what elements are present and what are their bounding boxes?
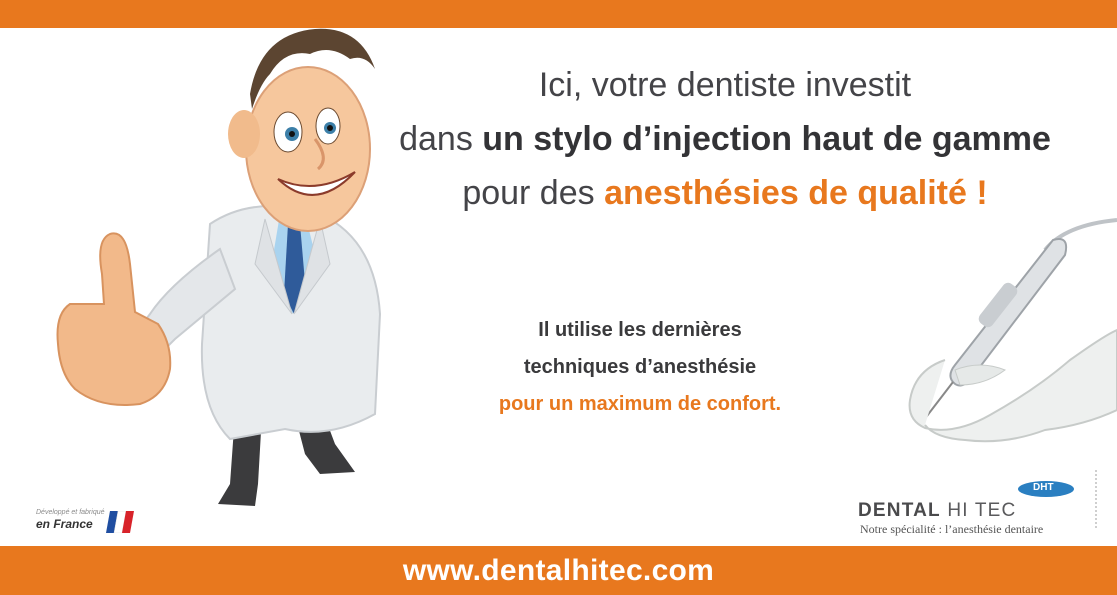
- headline-line-2-emphasis: un stylo d’injection haut de gamme: [482, 120, 1051, 158]
- headline-line-3-prefix: pour des: [462, 174, 605, 212]
- headline-line-2-prefix: dans: [399, 120, 483, 158]
- subtext-line-3: pour un maximum de confort.: [498, 393, 782, 415]
- injection-pen-in-hand-image: [908, 218, 1117, 443]
- brand-name-rest: HI TEC: [940, 500, 1017, 521]
- subtext: Il utilise les dernières techniques d’an…: [440, 312, 840, 423]
- headline-line-3-emphasis: anesthésies de qualité !: [604, 174, 988, 212]
- brand-tagline: Notre spécialité : l’anesthésie dentaire: [860, 522, 1044, 536]
- made-in-france-label: Développé et fabriqué en France: [36, 508, 146, 538]
- brand-name: DENTAL HI TEC: [858, 500, 1016, 522]
- french-flag-icon: [106, 511, 134, 533]
- website-link[interactable]: www.dentalhitec.com: [403, 554, 714, 588]
- headline-line-1: Ici, votre dentiste investit: [538, 66, 912, 104]
- dht-badge-text: DHT: [1033, 482, 1054, 493]
- headline: Ici, votre dentiste investit dans un sty…: [380, 58, 1070, 220]
- headline-line-2: dans un stylo d’injection haut de gamme: [380, 112, 1070, 166]
- doctor-illustration: [56, 28, 382, 506]
- subtext-line-1: Il utilise les dernières: [538, 319, 742, 341]
- side-fine-print: [1092, 470, 1100, 530]
- brand-name-bold: DENTAL: [858, 500, 941, 521]
- footer-bar: www.dentalhitec.com: [0, 546, 1117, 595]
- subtext-line-2: techniques d’anesthésie: [523, 356, 757, 378]
- dental-hitec-logo: DHT DENTAL HI TEC Notre spécialité : l’a…: [855, 478, 1085, 538]
